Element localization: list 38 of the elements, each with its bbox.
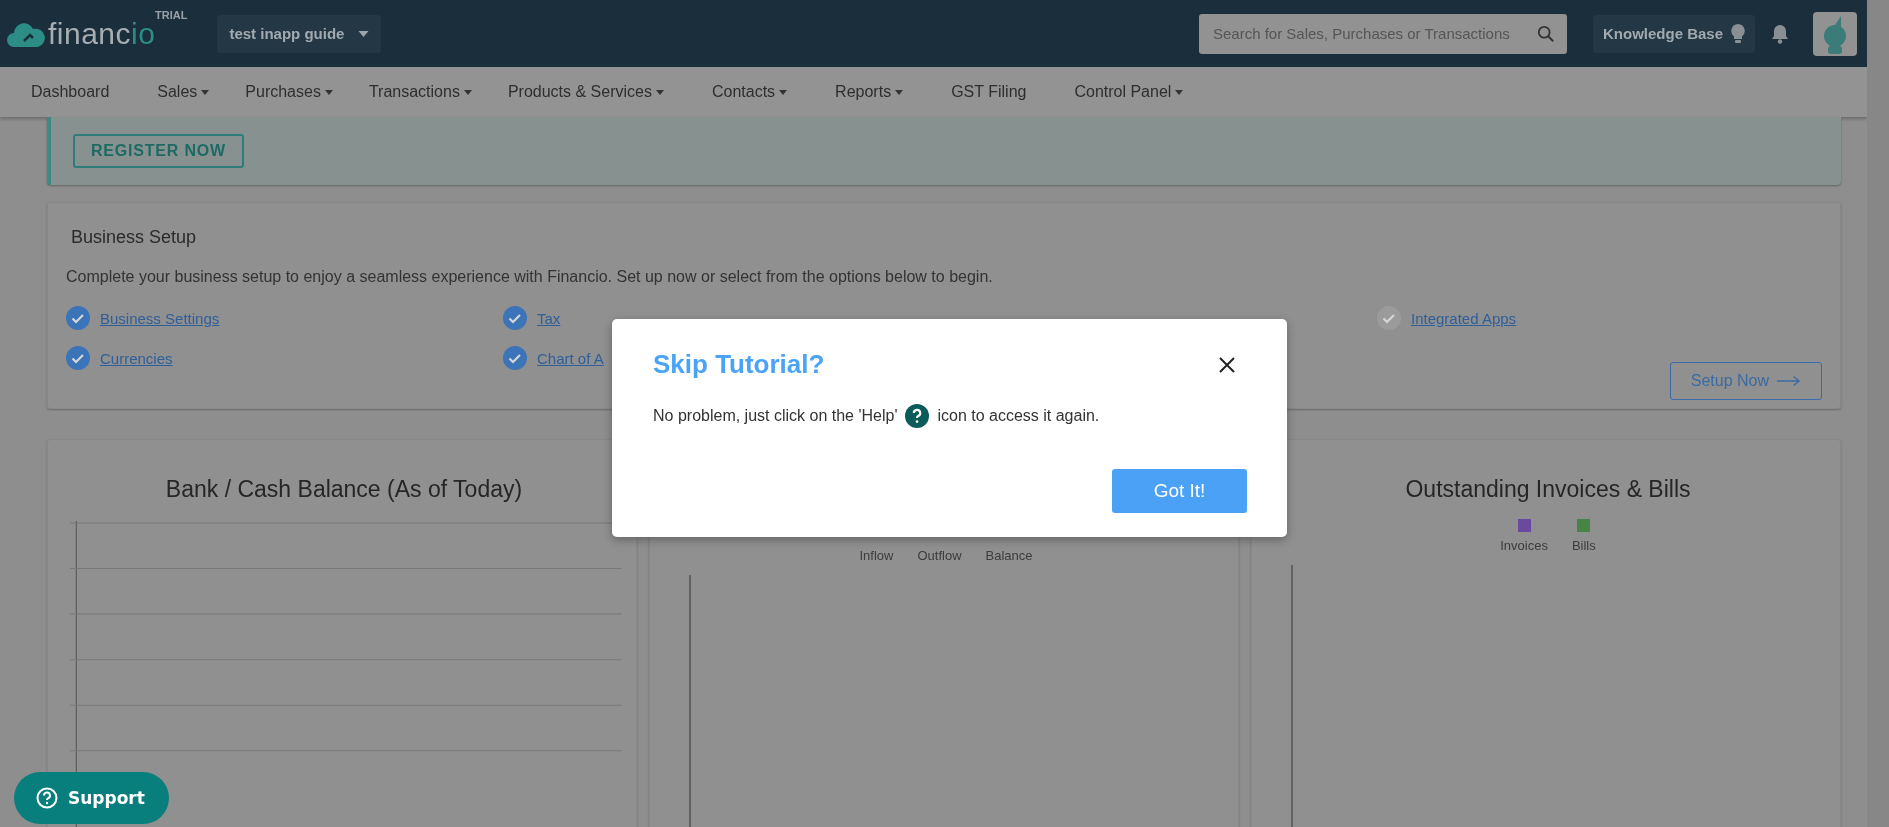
- help-icon: [905, 404, 930, 428]
- chart-title: Outstanding Invoices & Bills: [1405, 476, 1691, 503]
- search-icon: [1536, 24, 1555, 43]
- nav-menu-item[interactable]: Sales: [157, 83, 210, 101]
- legend-label: Bills: [1571, 538, 1596, 553]
- nav-menu-item[interactable]: Contacts: [711, 83, 788, 101]
- setup-description: Complete your business setup to enjoy a seamless experience with Financio. Set up now or select from the options below to begin.: [66, 268, 994, 286]
- legend-label: Inflow: [859, 548, 894, 564]
- knowledge-base-button[interactable]: Knowledge Base: [1592, 14, 1755, 53]
- nav-menu-item[interactable]: Transactions: [368, 83, 472, 101]
- search-input[interactable]: Search for Sales, Purchases or Transactions: [1210, 24, 1537, 43]
- legend-label: Outflow: [917, 548, 962, 564]
- nav-menu-item[interactable]: Reports: [835, 83, 904, 101]
- nav-menu-item[interactable]: GST Filing: [951, 83, 1027, 101]
- search-field[interactable]: Search for Sales, Purchases or Transactions: [1198, 13, 1567, 54]
- nav-menu-item[interactable]: Dashboard: [31, 83, 110, 101]
- dialog-text: No problem, just click on the 'Help': [653, 407, 898, 425]
- close-icon[interactable]: [1219, 356, 1235, 373]
- dialog-text: icon to access it again.: [937, 407, 1100, 425]
- card-title: Business Setup: [71, 227, 198, 248]
- help-icon: [36, 787, 58, 809]
- got-it-button[interactable]: Got It!: [1112, 469, 1247, 513]
- user-avatar[interactable]: [1813, 11, 1857, 56]
- chart-title: Bank / Cash Balance (As of Today): [165, 476, 523, 503]
- bell-icon[interactable]: [1771, 23, 1789, 44]
- arrow-right-icon: [1777, 375, 1801, 387]
- legend-label: Invoices: [1500, 538, 1548, 553]
- trial-label: TRIAL: [155, 8, 188, 21]
- nav-menu-item[interactable]: Products & Services: [507, 83, 664, 101]
- nav-menu-item[interactable]: Purchases: [245, 83, 333, 101]
- lightbulb-icon: [1731, 23, 1745, 44]
- logo-text: financio: [48, 16, 156, 51]
- nav-menu-item[interactable]: Control Panel: [1074, 83, 1184, 101]
- legend-label: Balance: [985, 548, 1033, 564]
- company-dropdown[interactable]: test inapp guide: [217, 14, 382, 53]
- dialog-title: Skip Tutorial?: [653, 349, 825, 380]
- caret-icon: [358, 30, 370, 37]
- support-button[interactable]: Support: [14, 772, 169, 824]
